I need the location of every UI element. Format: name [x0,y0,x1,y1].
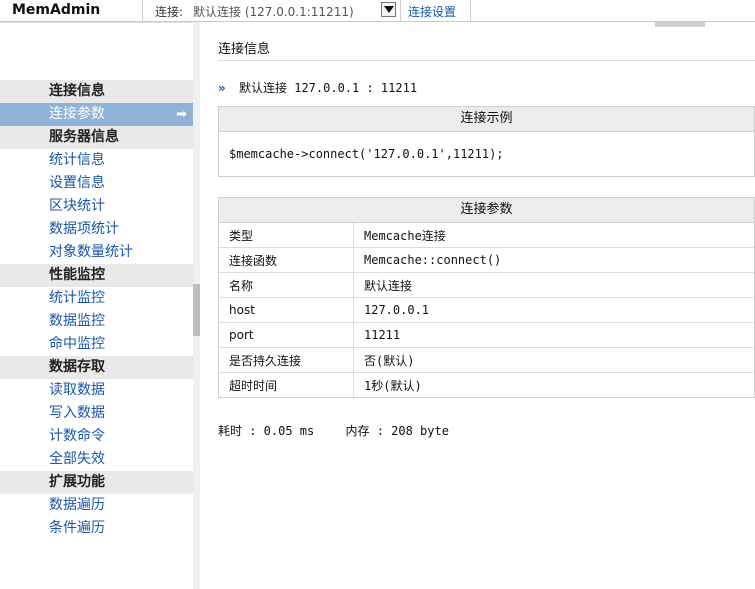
double-chevron-right-icon: » [218,81,226,95]
elapsed-time: 耗时 : 0.05 ms [218,424,315,438]
sidebar-item[interactable]: 数据项统计 [0,218,193,241]
performance-stats: 耗时 : 0.05 ms 内存 : 208 byte [218,422,473,439]
params-panel-header: 连接参数 [219,198,754,223]
sidebar-item-label: 连接参数 [49,106,105,122]
param-key: port [219,322,354,348]
example-panel: 连接示例 $memcache->connect('127.0.0.1',1121… [218,106,755,177]
param-value: 127.0.0.1 [353,297,754,323]
sidebar-item-label: 写入数据 [49,405,105,421]
sidebar-item-label: 读取数据 [49,382,105,398]
sidebar-item-label: 统计监控 [49,290,105,306]
sidebar-item[interactable]: 全部失效 [0,448,193,471]
table-row: 名称 默认连接 [219,272,754,298]
table-row: 类型 Memcache连接 [219,223,754,248]
sidebar-group-header: 服务器信息 [0,126,193,149]
table-row: 连接函数 Memcache::connect() [219,247,754,273]
sidebar-scrollbar[interactable] [193,22,200,589]
toolbar-divider [142,0,143,21]
sidebar: 连接信息连接参数 ➡ 服务器信息统计信息设置信息区块统计数据项统计对象数量统计性能监… [0,22,200,589]
sidebar-scrollbar-thumb[interactable] [193,284,200,336]
param-key: 类型 [219,223,354,248]
sidebar-top-gap [0,22,193,35]
app-title: MemAdmin [12,2,101,18]
sidebar-item[interactable]: 连接参数 ➡ [0,103,193,126]
param-key: 名称 [219,272,354,298]
sidebar-item-label: 设置信息 [49,175,105,191]
example-panel-header: 连接示例 [219,107,754,132]
sidebar-item[interactable]: 命中监控 [0,333,193,356]
param-value: 否(默认) [353,347,754,373]
toolbar-divider [400,0,401,21]
sidebar-item-label: 统计信息 [49,152,105,168]
sidebar-item-label: 对象数量统计 [49,244,133,260]
connection-dropdown-button[interactable] [381,2,396,17]
sidebar-item[interactable]: 对象数量统计 [0,241,193,264]
connection-summary-text: 默认连接 127.0.0.1 : 11211 [239,81,418,95]
param-key: 是否持久连接 [219,347,354,373]
params-panel: 连接参数 类型 Memcache连接 连接函数 Memcache::connect()… [218,197,755,398]
param-value: Memcache连接 [364,228,446,243]
param-key: 连接函数 [219,247,354,273]
sidebar-group-header: 性能监控 [0,264,193,287]
memory-usage: 内存 : 208 byte [345,424,449,438]
sidebar-group-header: 扩展功能 [0,471,193,494]
divider [218,60,755,61]
sidebar-item[interactable]: 写入数据 [0,402,193,425]
param-value: Memcache::connect() [353,247,754,273]
page-title: 连接信息 [218,42,271,57]
table-row: port 11211 [219,322,754,348]
sidebar-item-label: 命中监控 [49,336,105,352]
sidebar-item-label: 数据监控 [49,313,105,329]
param-value: 1秒(默认) [353,372,754,397]
params-table: 类型 Memcache连接 连接函数 Memcache::connect() 名称 默认连… [219,223,754,397]
connection-settings-link[interactable]: 连接设置 [408,3,456,20]
sidebar-group-header: 连接信息 [0,80,193,103]
sidebar-item[interactable]: 计数命令 [0,425,193,448]
top-bar: MemAdmin 连接: 默认连接 (127.0.0.1:11211) 连接设置 [0,0,755,22]
param-key: 超时时间 [219,372,354,397]
sidebar-menu: 连接信息连接参数 ➡ 服务器信息统计信息设置信息区块统计数据项统计对象数量统计性能监… [0,80,193,540]
sidebar-item[interactable]: 数据遍历 [0,494,193,517]
sidebar-item-label: 数据项统计 [49,221,119,237]
sidebar-item-label: 区块统计 [49,198,105,214]
sidebar-item[interactable]: 数据监控 [0,310,193,333]
sidebar-item[interactable]: 区块统计 [0,195,193,218]
sidebar-group-header: 数据存取 [0,356,193,379]
arrow-right-icon: ➡ [176,107,187,122]
table-row: 是否持久连接 否(默认) [219,347,754,373]
sidebar-item[interactable]: 统计信息 [0,149,193,172]
param-value: 11211 [353,322,754,348]
sidebar-item[interactable]: 统计监控 [0,287,193,310]
toolbar-divider [470,0,471,21]
sidebar-item[interactable]: 设置信息 [0,172,193,195]
chevron-down-icon [384,6,394,13]
param-key: host [219,297,354,323]
connection-label: 连接: [155,5,184,19]
sidebar-item[interactable]: 读取数据 [0,379,193,402]
table-row: 超时时间 1秒(默认) [219,372,754,397]
table-row: host 127.0.0.1 [219,297,754,323]
sidebar-item-label: 数据遍历 [49,497,105,513]
main-content: 连接信息 » 默认连接 127.0.0.1 : 11211 连接示例 $memc… [200,22,755,589]
sidebar-item-label: 条件遍历 [49,520,105,536]
sidebar-item[interactable]: 条件遍历 [0,517,193,540]
param-value: 默认连接 [353,272,754,298]
sidebar-item-label: 计数命令 [49,428,105,444]
connection-select-value[interactable]: 默认连接 (127.0.0.1:11211) [193,3,354,20]
sidebar-item-label: 全部失效 [49,451,105,467]
example-code: $memcache->connect('127.0.0.1',11211); [229,147,504,161]
connection-summary: » 默认连接 127.0.0.1 : 11211 [218,79,417,96]
